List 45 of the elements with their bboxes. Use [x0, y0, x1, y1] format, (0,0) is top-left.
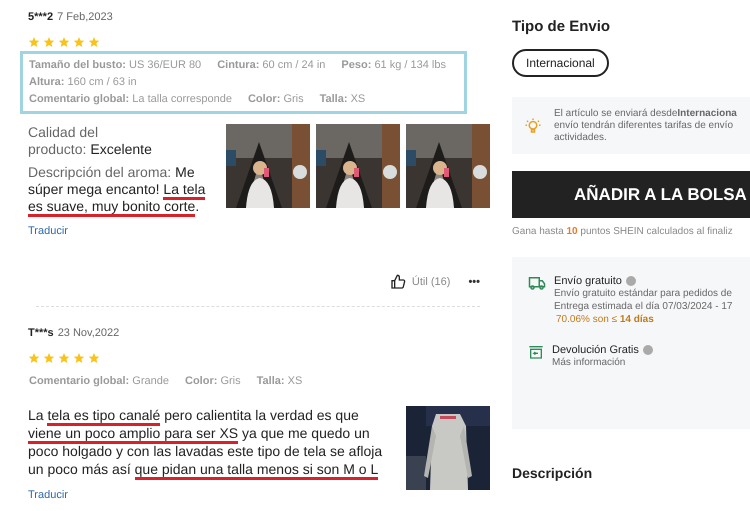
review-text: La tela es tipo canalé pero calientita la verdad es que viene un poco amplio para ser XS ya que me quedo un poco holgado y con las lavadas este tipo de tela se afloja un poco más así que pidan una talla menos si son M o L	[28, 406, 388, 478]
points-text: Gana hasta 10 puntos SHEIN calculados al finaliz	[512, 226, 734, 237]
add-to-bag-button[interactable]: AÑADIR A LA BOLSA	[512, 171, 750, 218]
size-attribute: Altura: 160 cm / 63 in	[29, 75, 137, 90]
service-title: Envío gratuito	[554, 275, 622, 287]
size-attribute: Cintura: 60 cm / 24 in	[217, 58, 326, 73]
review-text: Descripción del aroma: Me súper mega encanto! La tela es suave, muy bonito corte.	[28, 164, 213, 215]
size-attribute: Comentario global: La talla corresponde	[29, 92, 232, 107]
section-heading: Descripción	[512, 465, 594, 481]
review-text: Calidad del producto: Excelente	[28, 124, 153, 158]
delivery-rate: 70.06% son ≤ 14 días	[555, 313, 655, 326]
translate-link[interactable]: Traducir	[28, 223, 68, 240]
thumbs-up-icon	[390, 274, 406, 290]
service-title: Devolución Gratis	[552, 344, 639, 356]
section-heading: Tipo de Envio	[512, 18, 612, 35]
more-button[interactable]: •••	[468, 276, 480, 288]
size-attribute: Comentario global: Grande	[29, 374, 169, 389]
star-icon	[73, 36, 85, 48]
star-icon	[73, 352, 85, 364]
service-text: Envío gratuito estándar para pedidos de	[554, 287, 732, 300]
size-attribute: Color: Gris	[185, 374, 241, 389]
shipping-notice: El artículo se enviará desdeInternaciona envío tendrán diferentes tarifas de envío actividades.	[554, 108, 737, 144]
star-icon	[58, 352, 70, 364]
review-header: 5***2 7 Feb,2023	[28, 11, 114, 23]
star-icon	[28, 352, 40, 364]
return-box-icon	[528, 344, 544, 360]
helpful-button[interactable]: Útil (16)	[390, 274, 450, 290]
lightbulb-icon	[524, 116, 542, 134]
star-icon	[58, 36, 70, 48]
translate-link[interactable]: Traducir	[28, 486, 68, 504]
service-text: Entrega estimada el día 07/03/2024 - 17	[554, 300, 732, 313]
star-icon	[88, 36, 100, 48]
service-text: Más información	[552, 356, 626, 369]
review-header: T***s 23 Nov,2022	[28, 327, 120, 339]
shipping-option[interactable]: Internacional	[512, 49, 609, 77]
star-icon	[43, 352, 55, 364]
star-icon	[43, 36, 55, 48]
size-attribute: Tamaño del busto: US 36/EUR 80	[29, 58, 202, 73]
size-attribute: Talla: XS	[256, 374, 302, 389]
star-icon	[88, 352, 100, 364]
size-attribute: Talla: XS	[320, 92, 366, 107]
star-icon	[28, 36, 40, 48]
size-attribute: Peso: 61 kg / 134 lbs	[341, 58, 446, 73]
truck-icon	[528, 275, 546, 291]
size-attribute: Color: Gris	[248, 92, 304, 107]
